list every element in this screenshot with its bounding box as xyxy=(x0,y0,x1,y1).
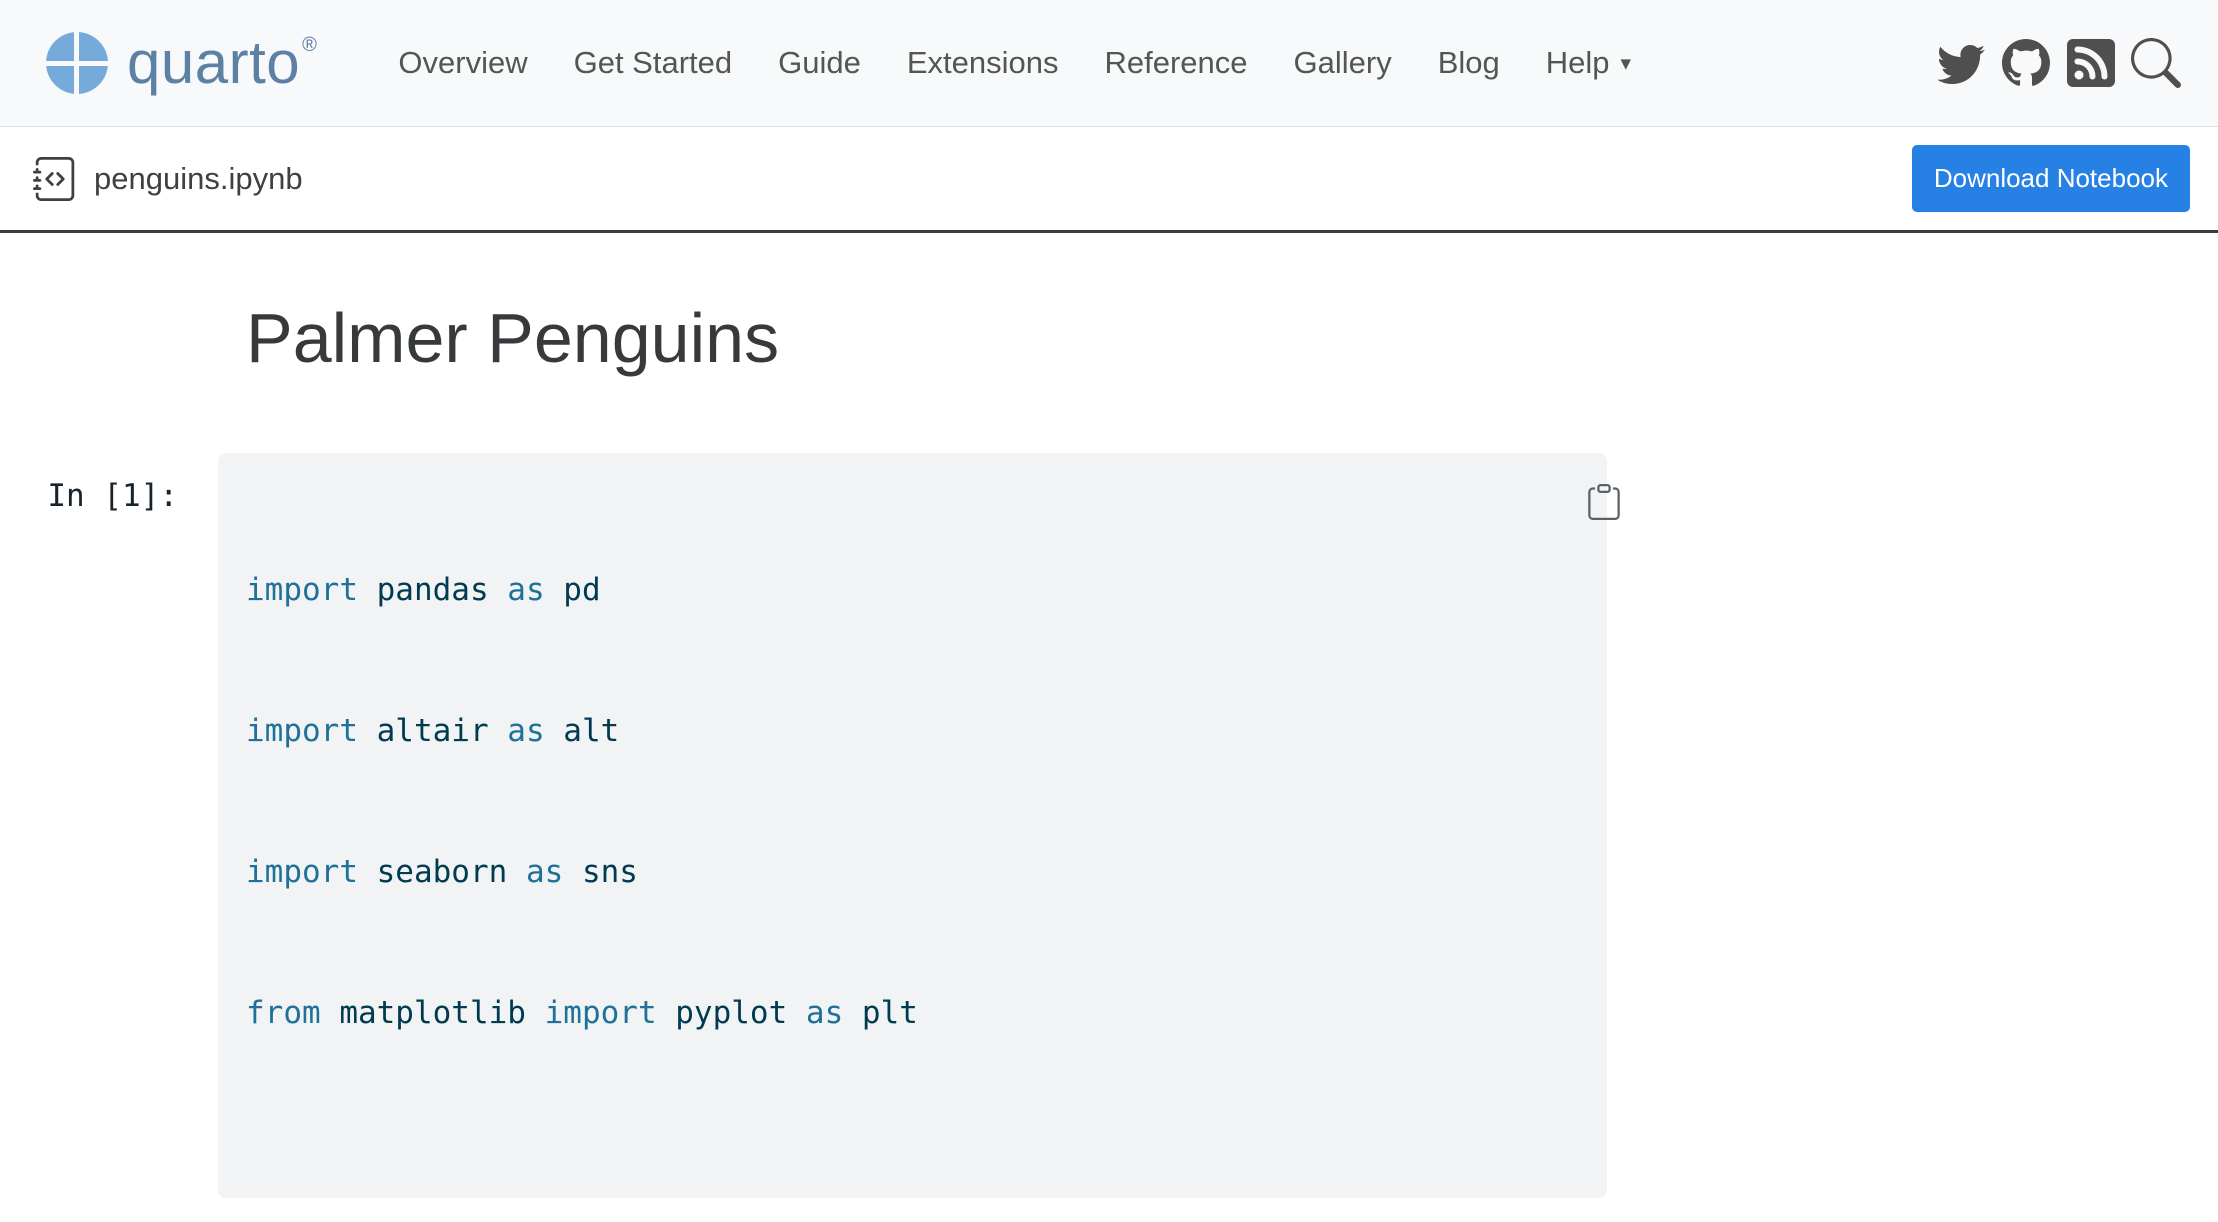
nav-item-gallery[interactable]: Gallery xyxy=(1271,45,1415,81)
cell-execution-label: In [1]: xyxy=(0,453,218,520)
notebook-file-bar: penguins.ipynb Download Notebook xyxy=(0,127,2218,233)
code-line: import pandas as pd xyxy=(246,567,1579,614)
nav-item-help[interactable]: Help▾ xyxy=(1523,45,1654,81)
download-notebook-button[interactable]: Download Notebook xyxy=(1912,145,2190,212)
copy-code-icon[interactable] xyxy=(1549,469,1587,507)
brand-wordmark: quarto® xyxy=(127,33,317,93)
notebook-content: Palmer Penguins In [1]: import pandas as… xyxy=(0,296,2218,1222)
code-line: import seaborn as sns xyxy=(246,849,1579,896)
twitter-icon[interactable] xyxy=(1935,37,1987,89)
notebook-filename: penguins.ipynb xyxy=(94,161,303,197)
nav-item-extensions[interactable]: Extensions xyxy=(884,45,1082,81)
quarto-logo-icon xyxy=(45,31,109,95)
nav-item-overview[interactable]: Overview xyxy=(375,45,550,81)
main-nav: Overview Get Started Guide Extensions Re… xyxy=(375,45,1654,81)
quarto-brand-link[interactable]: quarto® xyxy=(45,31,317,95)
registered-mark: ® xyxy=(302,35,317,55)
github-icon[interactable] xyxy=(2000,37,2052,89)
top-navbar: quarto® Overview Get Started Guide Exten… xyxy=(0,0,2218,127)
code-line: from matplotlib import pyplot as plt xyxy=(246,990,1579,1037)
code-line: import altair as alt xyxy=(246,708,1579,755)
search-icon[interactable] xyxy=(2130,37,2182,89)
quarto-notebook-page: quarto® Overview Get Started Guide Exten… xyxy=(0,0,2218,1222)
journal-code-icon xyxy=(33,157,77,201)
nav-item-reference[interactable]: Reference xyxy=(1082,45,1271,81)
code-block-imports: import pandas as pd import altair as alt… xyxy=(218,453,1607,1198)
nav-item-get-started[interactable]: Get Started xyxy=(551,45,756,81)
nav-item-guide[interactable]: Guide xyxy=(755,45,884,81)
chevron-down-icon: ▾ xyxy=(1621,53,1632,74)
rss-icon[interactable] xyxy=(2065,37,2117,89)
navbar-icon-group xyxy=(1935,37,2182,89)
page-title: Palmer Penguins xyxy=(246,296,2218,381)
notebook-file-info: penguins.ipynb xyxy=(33,157,303,201)
code-cell-1: In [1]: import pandas as pd import altai… xyxy=(0,453,2218,1198)
nav-item-blog[interactable]: Blog xyxy=(1415,45,1523,81)
